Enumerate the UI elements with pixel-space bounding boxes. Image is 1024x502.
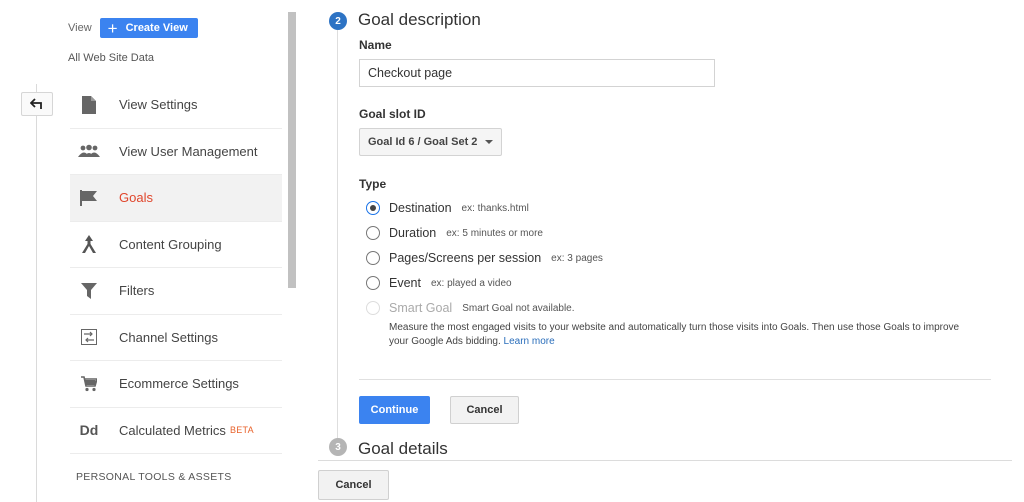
footer-cancel-button[interactable]: Cancel	[318, 470, 389, 500]
option-label: Destination	[389, 201, 452, 215]
sidebar-item-label: View User Management	[119, 143, 258, 159]
create-view-label: Create View	[125, 22, 188, 34]
radio-unchecked[interactable]	[366, 251, 380, 265]
option-label: Smart Goal	[389, 301, 453, 315]
sidebar-item-label: Channel Settings	[119, 329, 219, 345]
back-button[interactable]	[21, 92, 53, 116]
step-badge: 3	[329, 438, 347, 456]
goal-setup-panel: 2 Goal description Name Goal slot ID Goa…	[300, 0, 1024, 502]
continue-button[interactable]: Continue	[359, 396, 430, 424]
goal-slot-select[interactable]: Goal Id 6 / Goal Set 2	[359, 128, 503, 156]
create-view-button[interactable]: + Create View	[99, 18, 198, 38]
sidebar-item-goals[interactable]: Goals	[70, 175, 282, 222]
type-option-smart-goal: Smart Goal Smart Goal not available.	[366, 301, 575, 315]
option-label: Event	[389, 276, 421, 290]
sidebar-item-channel-settings[interactable]: Channel Settings	[70, 315, 282, 361]
type-label: Type	[359, 177, 387, 191]
sidebar-item-filters[interactable]: Filters	[70, 268, 282, 315]
option-example: ex: 3 pages	[551, 252, 603, 264]
type-option-event[interactable]: Event ex: played a video	[366, 276, 512, 290]
admin-sidebar: View + Create View All Web Site Data Vie…	[62, 0, 298, 502]
option-label: Duration	[389, 226, 437, 240]
sidebar-item-label: Calculated Metrics	[119, 422, 226, 438]
sidebar-item-content-grouping[interactable]: Content Grouping	[70, 222, 282, 268]
radio-disabled	[366, 301, 380, 315]
sidebar-item-ecommerce-settings[interactable]: Ecommerce Settings	[70, 361, 282, 408]
smart-goal-text: Measure the most engaged visits to your …	[389, 322, 960, 347]
plus-icon: +	[107, 18, 118, 38]
flag-icon	[78, 187, 100, 209]
users-icon	[78, 140, 100, 162]
sidebar-item-view-user-management[interactable]: View User Management	[70, 129, 282, 175]
section-heading: Goal details	[358, 439, 448, 458]
option-example: ex: thanks.html	[461, 202, 529, 214]
rail-divider	[36, 84, 37, 502]
admin-nav: View Settings View User Management Goals…	[70, 82, 282, 454]
option-label: Pages/Screens per session	[389, 251, 542, 265]
option-example: Smart Goal not available.	[462, 302, 575, 314]
section-title: PERSONAL TOOLS & ASSETS	[76, 471, 232, 483]
divider	[359, 379, 991, 380]
radio-unchecked[interactable]	[366, 276, 380, 290]
sidebar-item-label: View Settings	[119, 97, 198, 113]
learn-more-link[interactable]: Learn more	[504, 336, 555, 347]
step-badge: 2	[329, 12, 347, 30]
sidebar-item-label: Filters	[119, 283, 155, 299]
view-label: View	[68, 22, 92, 34]
sidebar-item-calculated-metrics[interactable]: Dd Calculated Metrics BETA	[70, 408, 282, 454]
view-header: View + Create View	[68, 18, 198, 38]
section-heading: Goal description	[358, 10, 481, 29]
channel-settings-icon	[78, 326, 100, 348]
filter-icon	[78, 280, 100, 302]
type-option-destination[interactable]: Destination ex: thanks.html	[366, 201, 529, 215]
cancel-button[interactable]: Cancel	[450, 396, 519, 424]
content-grouping-icon	[78, 233, 100, 255]
back-arrow-icon	[30, 98, 42, 109]
sidebar-item-label: Goals	[119, 190, 153, 206]
name-label: Name	[359, 38, 392, 52]
type-option-duration[interactable]: Duration ex: 5 minutes or more	[366, 226, 543, 240]
sidebar-item-view-settings[interactable]: View Settings	[70, 82, 282, 129]
type-option-pages-screens[interactable]: Pages/Screens per session ex: 3 pages	[366, 251, 603, 265]
sidebar-scrollbar[interactable]	[288, 12, 296, 288]
sidebar-item-label: Content Grouping	[119, 236, 222, 252]
dd-icon: Dd	[79, 422, 99, 439]
radio-unchecked[interactable]	[366, 226, 380, 240]
beta-badge: BETA	[229, 425, 254, 436]
goal-slot-value: Goal Id 6 / Goal Set 2	[368, 136, 478, 148]
radio-checked[interactable]	[366, 201, 380, 215]
option-example: ex: played a video	[430, 277, 512, 289]
view-name: All Web Site Data	[68, 52, 155, 64]
smart-goal-description: Measure the most engaged visits to your …	[389, 321, 979, 349]
goal-name-input[interactable]	[359, 59, 715, 87]
step-connector	[337, 30, 338, 438]
document-icon	[78, 94, 100, 116]
caret-down-icon	[485, 140, 494, 144]
sidebar-item-label: Ecommerce Settings	[119, 376, 239, 392]
slot-label: Goal slot ID	[359, 107, 426, 121]
left-rail	[0, 0, 62, 502]
footer-divider	[318, 460, 1012, 461]
option-example: ex: 5 minutes or more	[446, 227, 543, 239]
cart-icon	[78, 373, 100, 395]
